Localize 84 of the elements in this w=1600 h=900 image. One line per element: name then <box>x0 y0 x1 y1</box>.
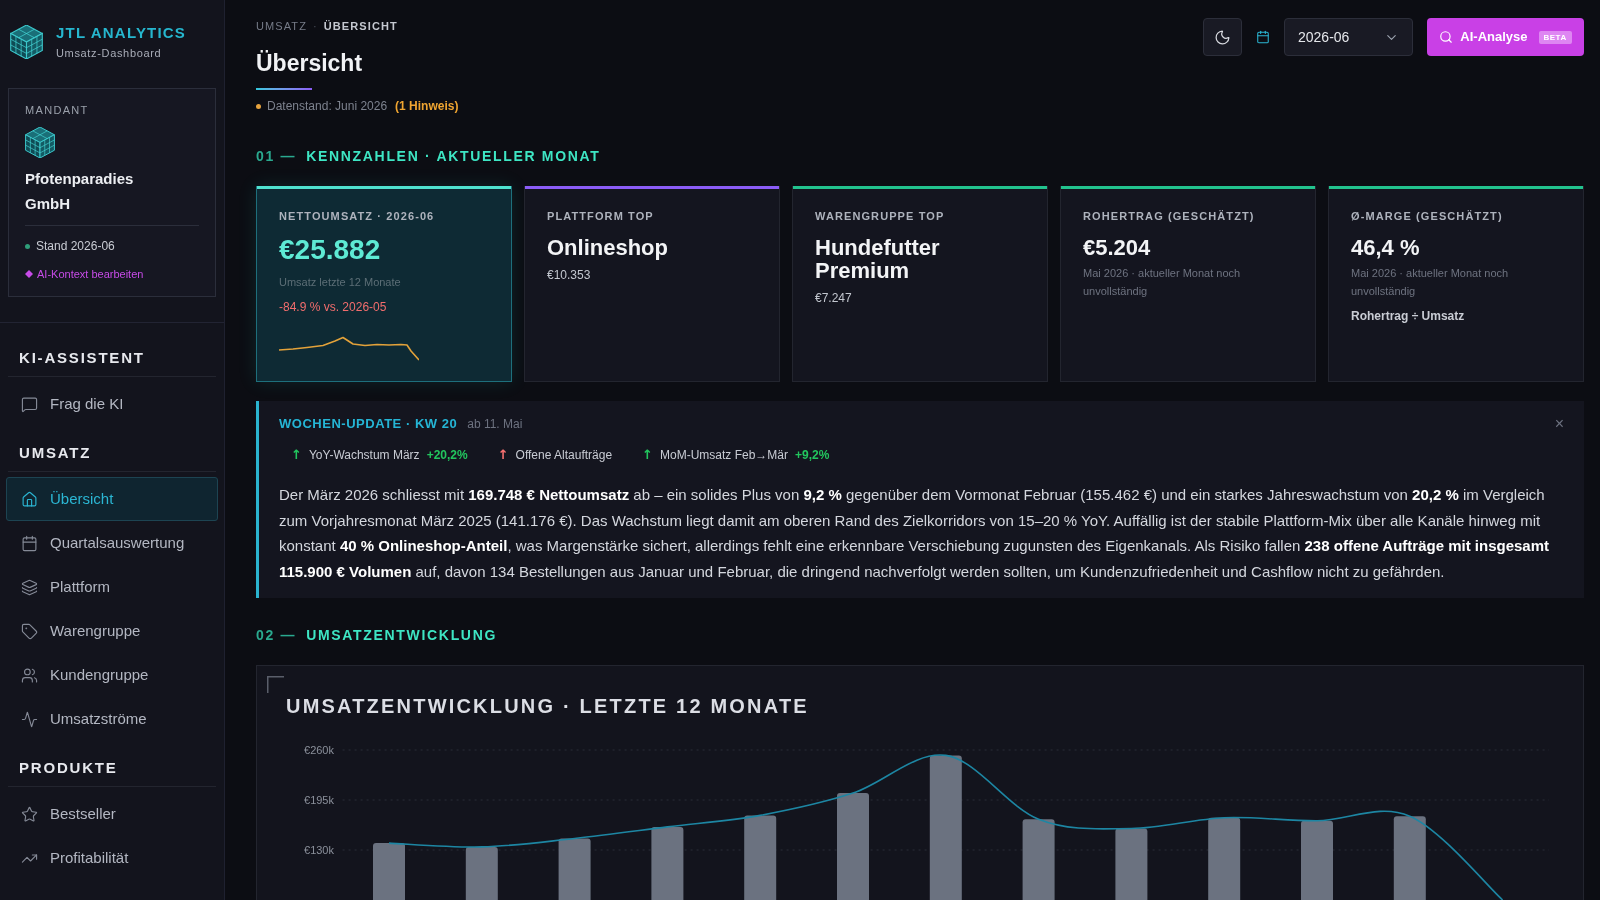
calendar-icon <box>21 534 38 552</box>
nav-item[interactable]: Frag die KI <box>6 382 218 426</box>
breadcrumb-link[interactable]: UMSATZ <box>256 18 307 34</box>
nav-item[interactable]: Quartalsauswertung <box>6 521 218 565</box>
data-status-text: Datenstand: Juni 2026 <box>267 98 388 114</box>
trend-arrow: ↑ <box>291 447 302 463</box>
tenant-label: MANDANT <box>25 103 90 117</box>
card-value: €5.204 <box>1083 236 1152 259</box>
brand-subtitle: Umsatz-Dashboard <box>56 46 163 60</box>
breadcrumb-link[interactable]: ÜBERSICHT <box>323 18 398 34</box>
card-label: Ø-MARGE (GESCHÄTZT) <box>1351 209 1504 223</box>
change-text: -84.9 % vs. 2026-05 <box>279 299 388 315</box>
highlight-value: +20,2% <box>426 447 468 463</box>
nav-item[interactable]: Kundengruppe <box>6 653 218 697</box>
ai-context-link[interactable]: AI-Kontext bearbeiten <box>25 266 199 282</box>
card-label: NETTOUMSATZ · 2026-06 <box>279 209 436 223</box>
chart-bar <box>558 838 591 900</box>
nav-item[interactable]: Umsatzströme <box>6 697 218 741</box>
card-caption: Umsatz letzte 12 Monate <box>279 275 402 289</box>
chart-bar <box>373 843 405 900</box>
nav-item[interactable]: Übersicht <box>6 477 218 521</box>
cube-logo-icon <box>25 127 55 158</box>
axis-label: €195k <box>304 794 334 806</box>
card-note: Mai 2026 · aktueller Monat noch unvollständig <box>1351 266 1510 299</box>
chart-bar <box>465 846 498 900</box>
tag-icon <box>21 622 38 640</box>
card-note: Mai 2026 · aktueller Monat noch unvollständig <box>1083 266 1242 299</box>
diamond-icon <box>25 270 33 278</box>
tenant-status: Stand 2026-06 <box>36 238 115 254</box>
theme-toggle-button[interactable] <box>1203 18 1242 56</box>
beta-badge: BETA <box>1538 30 1572 44</box>
notice-link[interactable]: (1 Hinweis) <box>395 98 459 114</box>
nav-item[interactable]: Plattform <box>6 565 218 609</box>
nav-item[interactable]: Bestseller <box>6 792 218 836</box>
section-number: 02 — <box>256 626 297 645</box>
chart-title: UMSATZENTWICKLUNG · LETZTE 12 MONATE <box>286 694 809 718</box>
speech-bubble-icon <box>21 395 38 413</box>
highlight-value: +9,2% <box>795 447 830 463</box>
trend-arrow: ↑ <box>497 447 509 463</box>
people-icon <box>21 666 38 684</box>
card-amount: €10.353 <box>547 267 592 283</box>
highlight-label: Offene Altaufträge <box>515 447 613 463</box>
card-formula: Rohertrag ÷ Umsatz <box>1351 308 1466 324</box>
card-label: PLATTFORM TOP <box>547 209 655 223</box>
close-button[interactable]: × <box>1554 415 1564 433</box>
calendar-icon <box>1256 30 1270 44</box>
update-summary: Der März 2026 schliesst mit 169.748 € Nettoumsatz ab – ein solides Plus von 9,2 % gegenüber dem Vormonat Februar (155.462 €) und ein starkes Jahreswachstum von 20,2 % im Vergleich zum Vorjahresmonat März 2025 (141.176 €). Das Wachstum liegt damit am oberen Rand des Zielkorridors von 15–20 % YoY. Auffällig ist der stabile Plattform-Mix über alle Kanäle hinweg mit konstant 40 % Onlineshop-Anteil, was Margenstärke sichert, allerdings fehlt eine erkennbare Verschiebung zugunsten des Eigenkanals. Als Risiko fallen 238 offene Aufträge mit insgesamt 115.900 € Volumen auf, davon 134 Bestellungen aus Januar und Februar, die dringend nachverfolgt werden sollten, um Kundenzufriedenheit und Cashflow nicht zu gefährden. <box>279 485 1551 582</box>
section-number: 01 — <box>256 147 297 166</box>
axis-label: €260k <box>304 744 334 756</box>
breadcrumb-separator: · <box>313 19 318 34</box>
brand-title: JTL ANALYTICS <box>56 24 187 42</box>
search-icon <box>1439 30 1454 44</box>
chart-bar <box>1115 828 1148 900</box>
tenant-name: Pfotenparadies GmbH <box>25 169 135 214</box>
card-value: €25.882 <box>279 233 382 267</box>
house-icon <box>21 490 38 508</box>
highlight-label: MoM-Umsatz Feb→Mär <box>660 447 788 463</box>
update-date: ab 11. Mai <box>467 416 523 433</box>
card-value: Hundefutter Premium <box>815 236 941 282</box>
card-value: Onlineshop <box>547 236 669 259</box>
corner-bracket-icon <box>267 676 284 693</box>
nav-section-heading: PRODUKTE <box>18 758 119 778</box>
layers-icon <box>21 578 38 596</box>
update-title: WOCHEN-UPDATE · KW 20 <box>279 415 458 433</box>
section-title: KENNZAHLEN · AKTUELLER MONAT <box>306 147 601 166</box>
trend-arrow: ↑ <box>642 447 653 463</box>
highlight-label: YoY-Wachstum März <box>308 447 420 463</box>
section-title: UMSATZENTWICKLUNG <box>306 626 498 645</box>
nav-item[interactable]: Warengruppe <box>6 609 218 653</box>
nav-item[interactable]: Profitabilität <box>6 836 218 880</box>
star-icon <box>21 805 38 823</box>
axis-label: €130k <box>304 844 334 856</box>
ai-analysis-button[interactable]: AI-Analyse BETA <box>1427 18 1584 56</box>
moon-icon <box>1214 28 1231 46</box>
pulse-line-icon <box>21 710 38 728</box>
card-label: ROHERTRAG (GESCHÄTZT) <box>1083 209 1256 223</box>
card-amount: €7.247 <box>815 290 853 306</box>
nav-section-heading: UMSATZ <box>18 443 93 463</box>
card-value: 46,4 % <box>1351 236 1421 259</box>
nav-section-heading: KI-ASSISTENT <box>18 348 146 368</box>
page-title: Übersicht <box>256 49 364 77</box>
card-label: WARENGRUPPE TOP <box>815 209 946 223</box>
cube-logo-icon <box>10 25 43 59</box>
period-select[interactable]: 2026-06 <box>1284 18 1413 56</box>
